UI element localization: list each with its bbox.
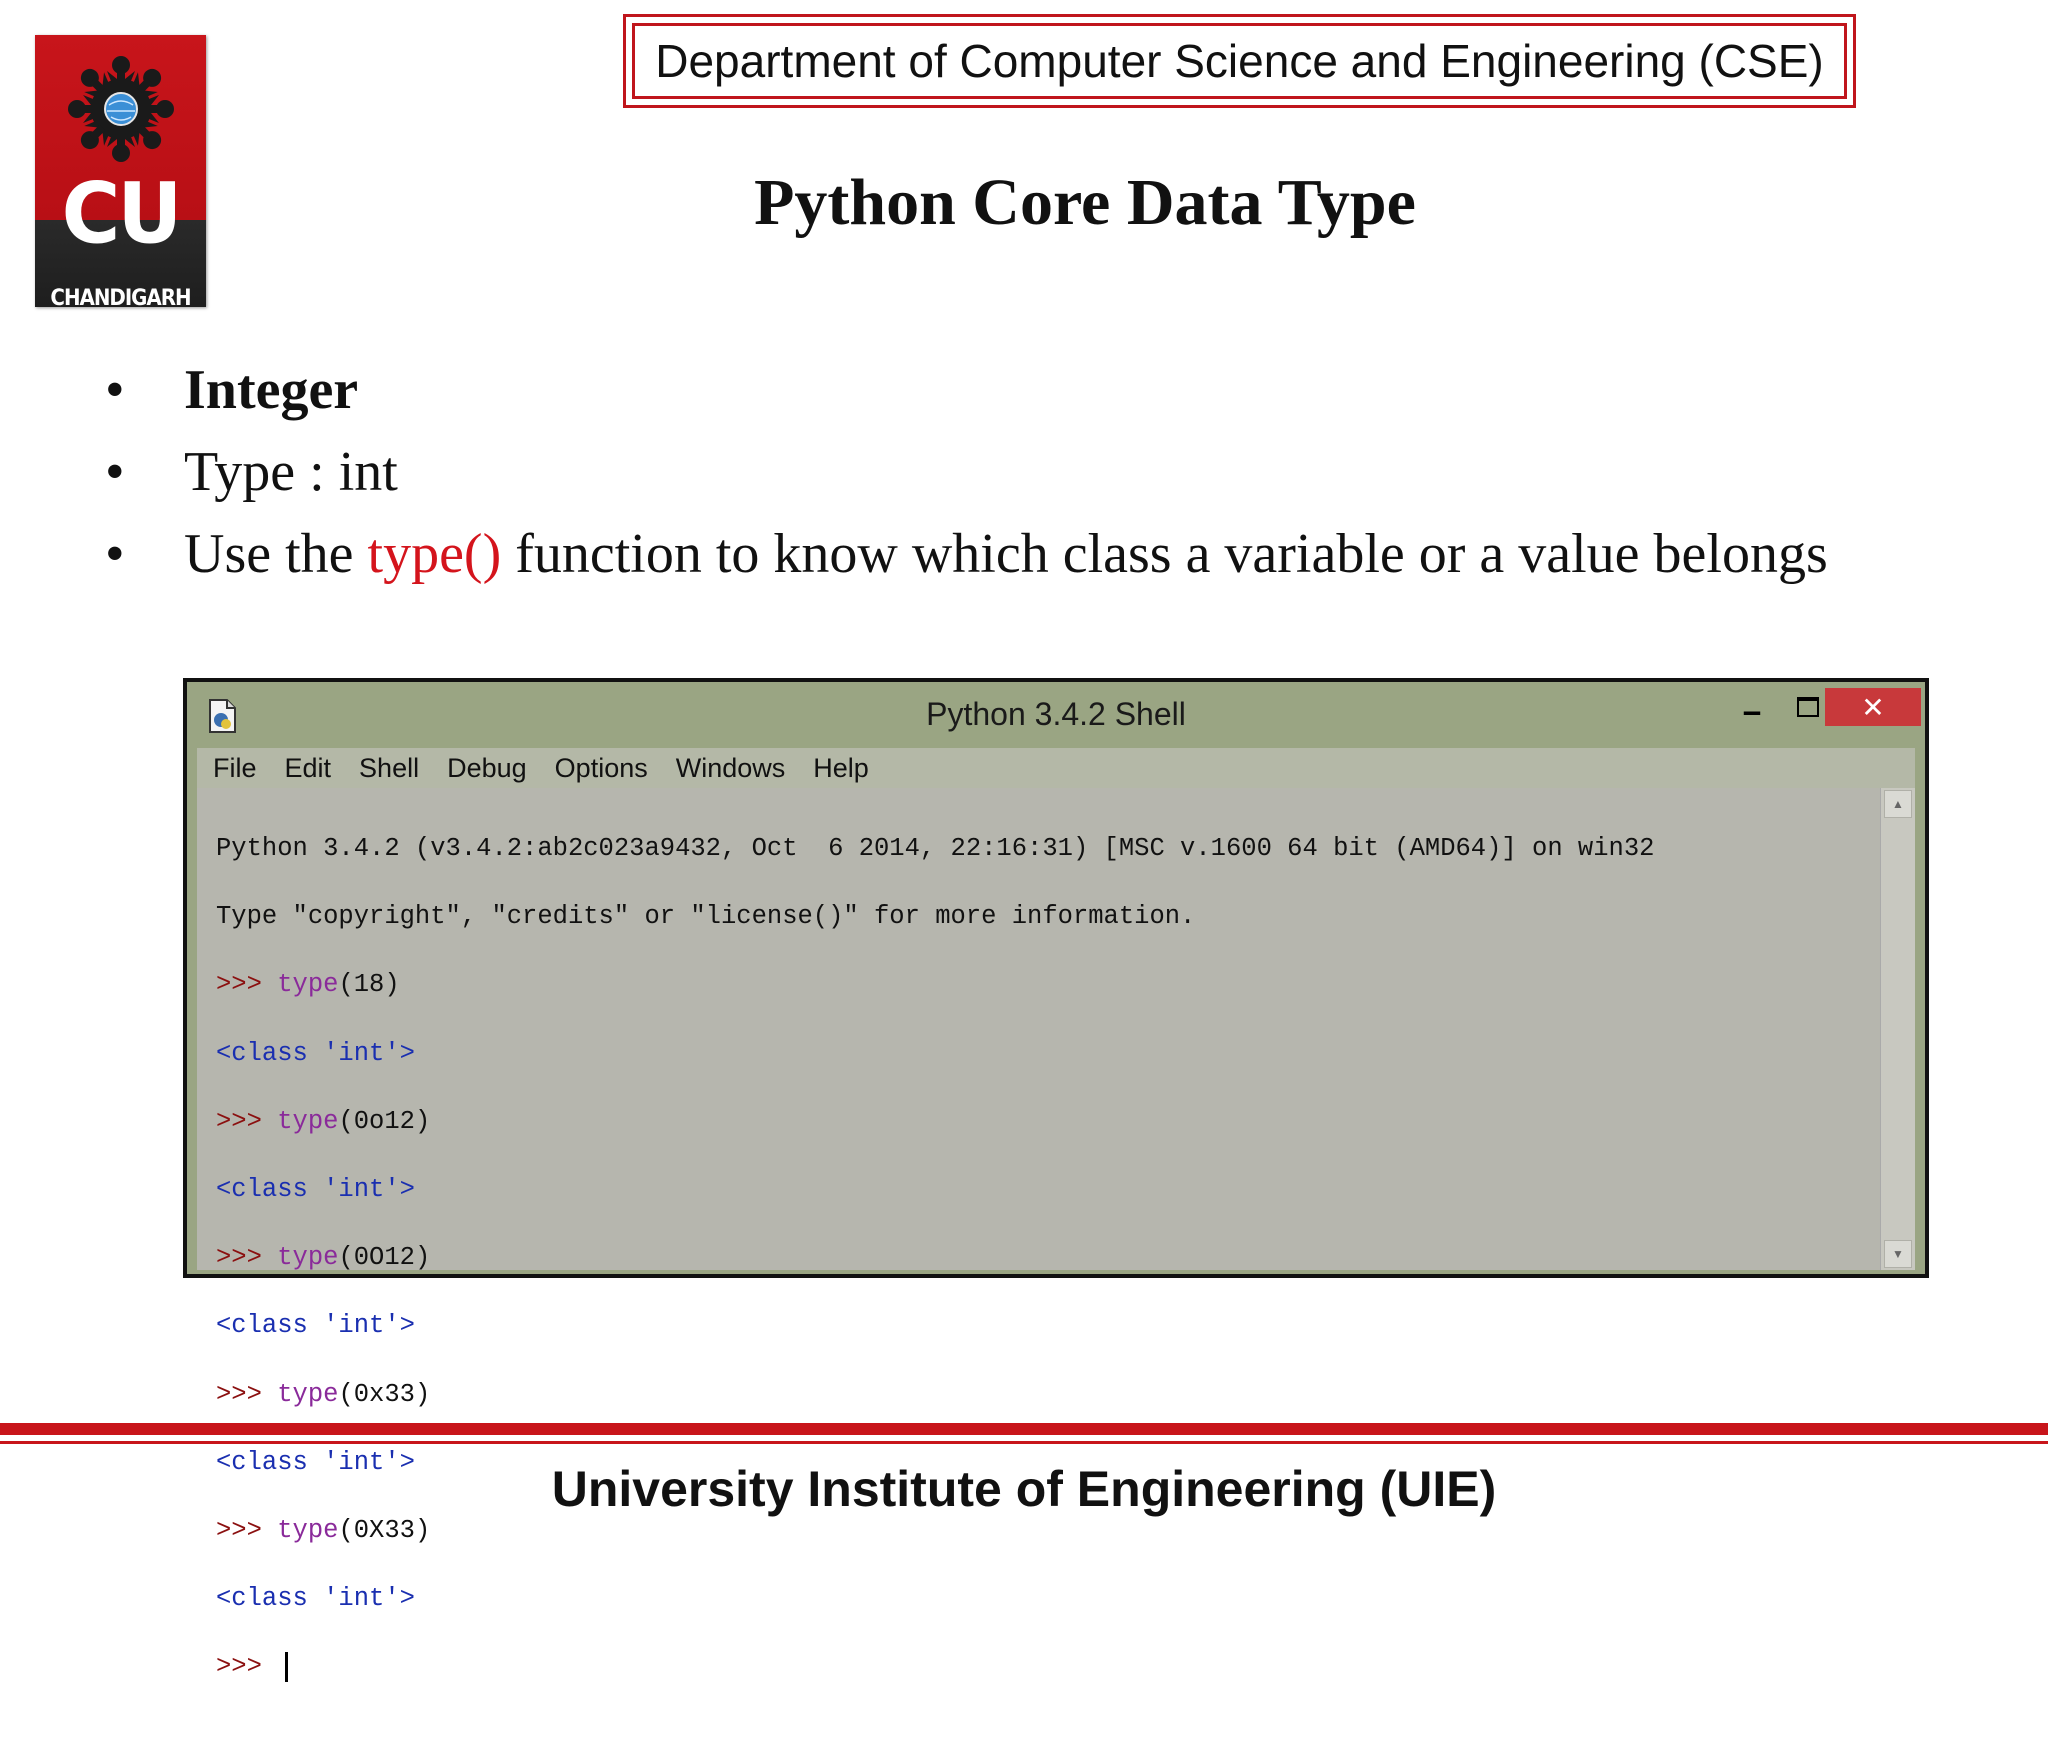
menu-file[interactable]: File <box>197 753 271 784</box>
department-name: Department of Computer Science and Engin… <box>632 23 1847 99</box>
logo-letters: CU <box>61 164 183 263</box>
scroll-up-arrow-icon[interactable]: ▲ <box>1884 790 1912 818</box>
type-keyword: type <box>277 1106 339 1136</box>
menu-help[interactable]: Help <box>799 753 883 784</box>
bullet-text: Integer <box>184 359 359 421</box>
logo-name-line1: CHANDIGARH <box>50 286 191 311</box>
vertical-scrollbar[interactable]: ▲ ▼ <box>1880 788 1915 1270</box>
page-title: Python Core Data Type <box>754 166 1416 239</box>
command-line: >>> type(0X33) <box>216 1514 1881 1548</box>
menu-options[interactable]: Options <box>541 753 662 784</box>
command-args: (0x33) <box>338 1379 431 1409</box>
university-emblem-icon <box>68 56 174 162</box>
prompt: >>> <box>216 1379 278 1409</box>
prompt: >>> <box>216 1652 278 1682</box>
output-line: <class 'int'> <box>216 1038 415 1068</box>
text-cursor <box>285 1651 289 1682</box>
input-line[interactable]: >>> <box>216 1650 1881 1684</box>
command-args: (0o12) <box>338 1106 431 1136</box>
scroll-down-arrow-icon[interactable]: ▼ <box>1884 1240 1912 1268</box>
python-shell-window: Python 3.4.2 Shell ‒ ✕ File Edit Shell D… <box>183 678 1929 1682</box>
command-args: (18) <box>338 970 400 1000</box>
bullet-text: Use the type() function to know which cl… <box>184 519 1828 589</box>
menu-edit[interactable]: Edit <box>271 753 346 784</box>
window-title: Python 3.4.2 Shell <box>926 696 1186 732</box>
menu-shell[interactable]: Shell <box>345 753 433 784</box>
close-button[interactable]: ✕ <box>1825 688 1921 726</box>
type-keyword: type <box>277 1379 339 1409</box>
bullet-marker: • <box>105 441 125 503</box>
logo-university-name: CHANDIGARH UNIVERSITY <box>35 287 206 333</box>
output-line: <class 'int'> <box>216 1584 415 1614</box>
department-banner: Department of Computer Science and Engin… <box>623 14 1856 108</box>
footer-divider <box>0 1423 2048 1435</box>
footer-divider-thin <box>0 1441 2048 1444</box>
command-line: >>> type(18) <box>216 968 1881 1002</box>
menu-windows[interactable]: Windows <box>662 753 800 784</box>
command-args: (0X33) <box>338 1515 431 1545</box>
bullet-text-after: function to know which class a variable … <box>501 523 1828 585</box>
type-keyword: type <box>277 970 339 1000</box>
minimize-button[interactable]: ‒ <box>1727 692 1777 730</box>
prompt: >>> <box>216 1106 278 1136</box>
type-function-highlight: type() <box>367 523 502 585</box>
prompt: >>> <box>216 970 278 1000</box>
chandigarh-university-logo: CU CHANDIGARH UNIVERSITY <box>35 35 206 333</box>
menu-debug[interactable]: Debug <box>433 753 541 784</box>
bullet-marker: • <box>105 359 125 421</box>
logo-name-line2: UNIVERSITY <box>58 309 184 334</box>
bullet-marker: • <box>105 523 125 585</box>
prompt: >>> <box>216 1243 278 1273</box>
window-titlebar[interactable]: Python 3.4.2 Shell ‒ ✕ <box>187 682 1925 748</box>
footer-institute-name: University Institute of Engineering (UIE… <box>551 1461 1497 1517</box>
command-args: (0O12) <box>338 1243 431 1273</box>
menu-bar: File Edit Shell Debug Options Windows He… <box>197 748 1915 788</box>
banner-line: Type "copyright", "credits" or "license(… <box>216 902 1196 932</box>
output-line: <class 'int'> <box>216 1311 415 1341</box>
bullet-text-before: Use the <box>184 523 368 585</box>
type-keyword: type <box>277 1243 339 1273</box>
command-line: >>> type(0x33) <box>216 1378 1881 1412</box>
bullet-text: Type : int <box>184 441 398 503</box>
maximize-icon <box>1797 697 1819 717</box>
command-line: >>> type(0O12) <box>216 1241 1881 1275</box>
output-line: <class 'int'> <box>216 1175 415 1205</box>
type-keyword: type <box>277 1515 339 1545</box>
banner-line: Python 3.4.2 (v3.4.2:ab2c023a9432, Oct 6… <box>216 834 1655 864</box>
shell-text-area[interactable]: Python 3.4.2 (v3.4.2:ab2c023a9432, Oct 6… <box>197 788 1881 1682</box>
command-line: >>> type(0o12) <box>216 1105 1881 1139</box>
prompt: >>> <box>216 1515 278 1545</box>
